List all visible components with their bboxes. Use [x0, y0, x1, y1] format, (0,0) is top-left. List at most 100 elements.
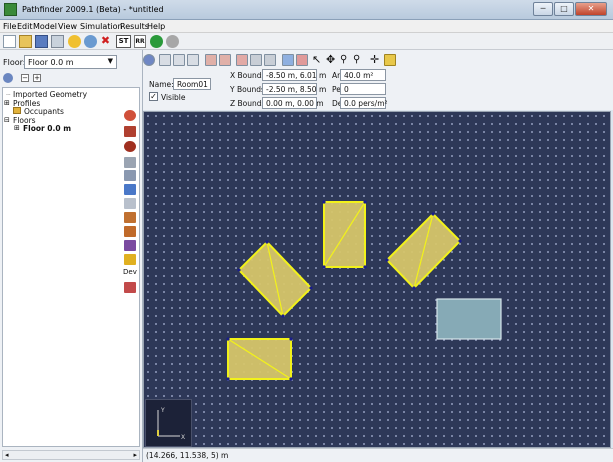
scroll-left-icon[interactable]: ◂ [5, 451, 9, 459]
y-bounds-field[interactable]: -2.50 m, 8.50 m [262, 83, 326, 95]
chevron-down-icon: ▼ [107, 57, 113, 65]
tree-item-floor-0[interactable]: Floor 0.0 m [23, 124, 71, 133]
ortho-view-icon[interactable] [173, 54, 185, 66]
visible-checkbox[interactable]: ✓ [149, 92, 158, 101]
delete-icon[interactable]: ✖ [99, 35, 112, 48]
cursor-coordinates: (14.266, 11.538, 5) m [146, 451, 229, 460]
add-occupant-icon[interactable] [124, 110, 136, 121]
menu-model[interactable]: Model [33, 22, 57, 31]
room-shape[interactable] [237, 240, 313, 318]
floor-label: Floor: [3, 58, 26, 67]
front-view-icon[interactable] [205, 54, 217, 66]
room-shape[interactable] [323, 201, 366, 268]
window-title: Pathfinder 2009.1 (Beta) - *untitled [22, 5, 164, 14]
scroll-right-icon[interactable]: ▸ [133, 451, 137, 459]
visible-label: Visible [161, 93, 186, 102]
x-bounds-field[interactable]: -8.50 m, 6.01 m [262, 69, 326, 81]
crosshair-icon[interactable]: ✛ [370, 54, 382, 66]
menu-view[interactable]: View [58, 22, 77, 31]
navigate-icon[interactable] [3, 73, 13, 83]
menu-simulation[interactable]: Simulation [80, 22, 123, 31]
occupants-folder-icon [13, 107, 21, 114]
room-mode-icon[interactable] [296, 54, 308, 66]
open-folder-icon[interactable] [19, 35, 32, 48]
zoom-icon[interactable]: ⚲ [340, 54, 352, 66]
properties-panel: ↖ ✥ ⚲ ⚲ ✛ Name: Room01 ✓ Visible X Bound… [143, 50, 613, 110]
select-mode-icon[interactable] [282, 54, 294, 66]
status-bar: (14.266, 11.538, 5) m [143, 448, 613, 462]
stair-block[interactable] [436, 298, 502, 340]
door-icon[interactable] [124, 212, 136, 223]
room-tool-icon[interactable] [124, 157, 136, 168]
render-mode-icon[interactable] [236, 54, 248, 66]
room-shape[interactable] [385, 212, 462, 290]
top-view-icon[interactable] [187, 54, 199, 66]
shaded-icon[interactable] [264, 54, 276, 66]
stair-icon[interactable] [124, 226, 136, 237]
st-button[interactable]: ST [116, 35, 131, 48]
menu-edit[interactable]: Edit [17, 22, 33, 31]
new-file-icon[interactable] [3, 35, 16, 48]
tree-item-imported-geometry[interactable]: Imported Geometry [13, 90, 87, 99]
room-shape[interactable] [227, 338, 292, 380]
floor-plan-canvas[interactable]: Y X [143, 111, 611, 448]
expand-icon[interactable]: ⊞ [4, 99, 10, 107]
rect-room-icon[interactable] [124, 170, 136, 181]
menu-file[interactable]: File [3, 22, 16, 31]
perspective-view-icon[interactable] [159, 54, 171, 66]
expand-icon[interactable]: ⊞ [14, 124, 20, 132]
floor-select[interactable]: Floor 0.0 m ▼ [24, 55, 117, 69]
navigation-tree: ┄ Imported Geometry ⊞ Profiles Occupants… [2, 87, 140, 447]
dev-tool-label[interactable]: Dev [123, 268, 137, 276]
run-simulation-icon[interactable] [150, 35, 163, 48]
close-button[interactable]: ✕ [575, 2, 607, 16]
pers-field[interactable]: 0 [340, 83, 386, 95]
z-bounds-field[interactable]: 0.00 m, 0.00 m [262, 97, 324, 109]
pathfinder-app-icon [4, 3, 17, 16]
grid-icon[interactable] [384, 54, 396, 66]
wireframe-icon[interactable] [250, 54, 262, 66]
name-label: Name: [149, 80, 174, 89]
floor-plan-drawing[interactable] [144, 112, 611, 448]
measure-icon[interactable] [124, 282, 136, 293]
tree-item-occupants[interactable]: Occupants [24, 107, 64, 116]
menu-results[interactable]: Results [120, 22, 149, 31]
y-axis-label: Y [160, 407, 165, 414]
x-axis-label: X [181, 434, 185, 441]
collapse-icon[interactable]: ⊟ [4, 116, 10, 124]
pan-icon[interactable]: ✥ [326, 54, 338, 66]
minimize-button[interactable]: ─ [533, 2, 553, 16]
undo-icon[interactable] [68, 35, 81, 48]
tree-horizontal-scrollbar[interactable]: ◂ ▸ [2, 450, 140, 460]
elevator-icon[interactable] [124, 240, 136, 251]
floor-select-value: Floor 0.0 m [28, 58, 74, 67]
maximize-button[interactable]: □ [554, 2, 574, 16]
exit-icon[interactable] [124, 254, 136, 265]
occupant-source-icon[interactable] [124, 141, 136, 152]
menu-bar: File Edit Model View Simulation Results … [0, 20, 613, 33]
rr-button[interactable]: RR [134, 35, 146, 48]
navigation-tools: − + [3, 73, 139, 85]
obstruction-icon[interactable] [124, 184, 136, 195]
pointer-icon[interactable]: ↖ [312, 54, 324, 66]
view-toolbar: ↖ ✥ ⚲ ⚲ ✛ [143, 50, 613, 70]
modeling-tools: Dev [121, 110, 141, 310]
import-icon[interactable] [51, 35, 64, 48]
axis-indicator: Y X [145, 399, 192, 447]
menu-help[interactable]: Help [147, 22, 165, 31]
stop-simulation-icon[interactable] [166, 35, 179, 48]
redo-icon[interactable] [84, 35, 97, 48]
occupant-group-icon[interactable] [124, 126, 136, 137]
side-view-icon[interactable] [219, 54, 231, 66]
tree-connector: ┄ [6, 90, 11, 99]
zoom-box-icon[interactable]: ⚲ [353, 54, 365, 66]
globe-view-icon[interactable] [143, 54, 155, 66]
density-field[interactable]: 0.0 pers/m² [340, 97, 388, 109]
main-toolbar: ✖ ST RR [0, 33, 613, 50]
name-field[interactable]: Room01 [173, 78, 211, 90]
wall-icon[interactable] [124, 198, 136, 209]
collapse-all-icon[interactable]: − [21, 74, 29, 82]
save-icon[interactable] [35, 35, 48, 48]
area-field[interactable]: 40.0 m² [340, 69, 386, 81]
expand-all-icon[interactable]: + [33, 74, 41, 82]
